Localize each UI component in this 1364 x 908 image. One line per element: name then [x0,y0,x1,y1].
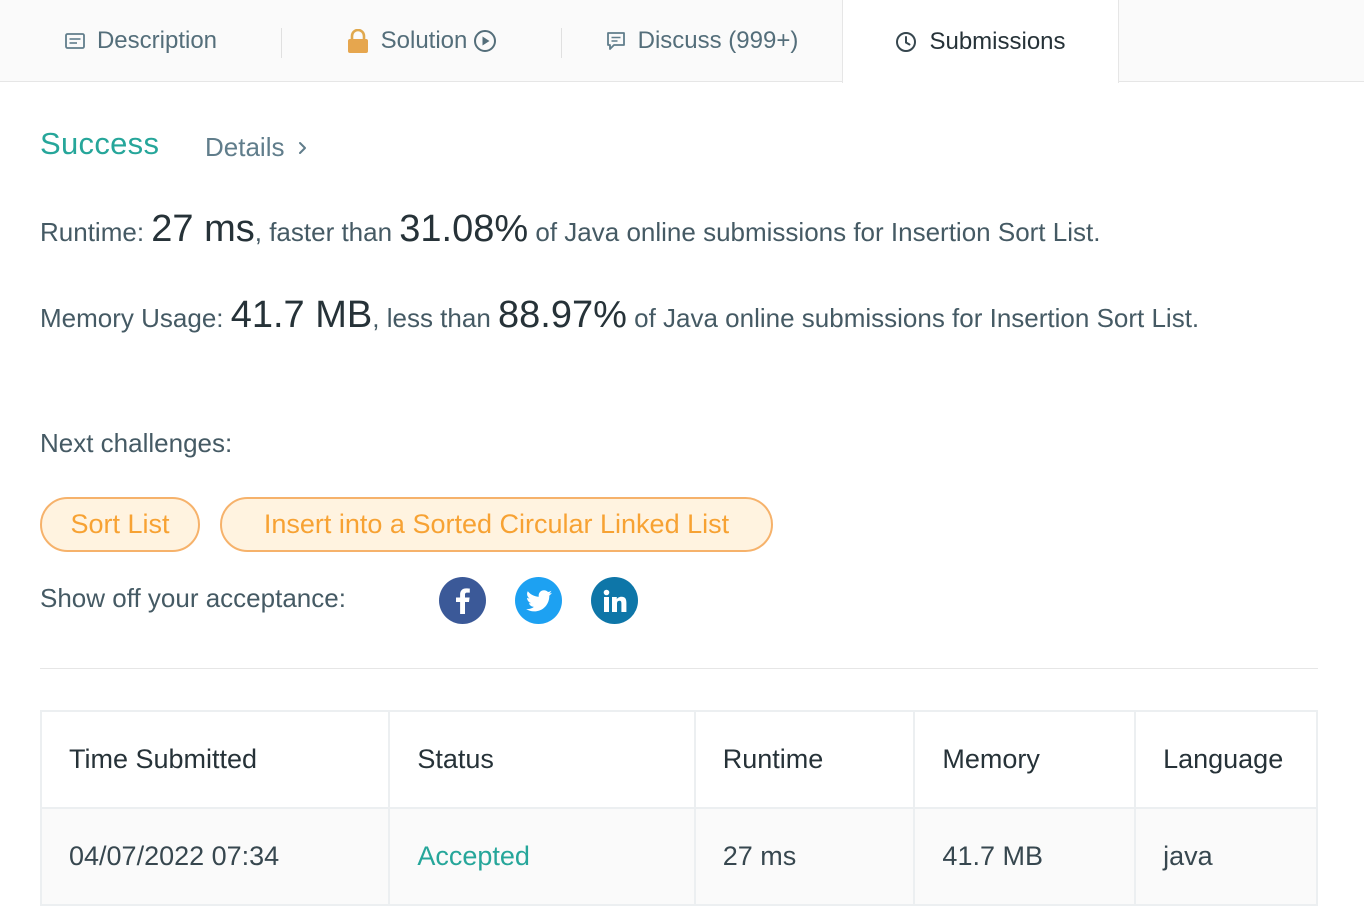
header-memory[interactable]: Memory [913,710,1137,809]
memory-value: 41.7 MB [230,294,373,336]
runtime-percent: 31.08% [399,208,529,250]
cell-runtime: 27 ms [693,807,916,906]
chevron-right-icon [299,141,307,154]
header-time-submitted[interactable]: Time Submitted [39,710,391,809]
tab-solution[interactable]: Solution [282,0,562,82]
twitter-share-button[interactable] [515,577,562,624]
submissions-table: Time Submitted Status Runtime Memory Lan… [39,710,1318,906]
table-row: 04/07/2022 07:34 Accepted 27 ms 41.7 MB … [39,807,1318,906]
memory-percent: 88.97% [498,294,627,336]
divider [40,668,1318,669]
tab-description[interactable]: Description [0,0,282,82]
tab-description-label: Description [96,27,218,54]
facebook-icon [455,587,470,614]
runtime-mid: , faster than [254,217,400,247]
runtime-stat: Runtime: 27 ms, faster than 31.08% of Ja… [40,208,1280,253]
runtime-tail: of Java online submissions for Insertion… [528,217,1101,247]
share-label: Show off your acceptance: [40,583,346,613]
header-status[interactable]: Status [388,710,696,809]
tab-bar: Description Solution Discuss (999+) Subm… [0,0,1364,83]
lock-icon [347,29,369,53]
tab-discuss[interactable]: Discuss (999+) [562,0,842,82]
facebook-share-button[interactable] [439,577,486,624]
details-label: Details [205,132,285,162]
comment-icon [606,31,626,51]
tab-submissions-label: Submissions [929,27,1066,55]
twitter-icon [525,589,552,611]
challenge-insert-sorted-circular-linked-list[interactable]: Insert into a Sorted Circular Linked Lis… [220,497,773,552]
memory-mid: , less than [372,303,498,333]
tab-solution-label: Solution [380,27,468,54]
linkedin-icon [603,589,626,612]
header-runtime[interactable]: Runtime [693,710,916,809]
next-challenges-title: Next challenges: [40,428,233,458]
clock-icon [895,31,917,53]
memory-stat: Memory Usage: 41.7 MB, less than 88.97% … [40,294,1280,339]
cell-memory: 41.7 MB [913,807,1137,906]
cell-language: java [1134,807,1318,906]
tab-submissions[interactable]: Submissions [842,0,1119,83]
runtime-label: Runtime: [40,217,152,247]
challenge-sort-list[interactable]: Sort List [40,497,200,552]
memory-label: Memory Usage: [40,303,231,333]
description-icon [65,33,85,49]
cell-status-accepted[interactable]: Accepted [388,807,696,906]
runtime-value: 27 ms [151,208,255,250]
table-header-row: Time Submitted Status Runtime Memory Lan… [39,710,1318,809]
linkedin-share-button[interactable] [591,577,638,624]
cell-time-submitted: 04/07/2022 07:34 [39,807,391,906]
play-circle-icon [473,29,497,53]
result-status: Success [40,126,160,161]
tab-discuss-label: Discuss (999+) [637,27,799,54]
details-link[interactable]: Details [205,132,308,163]
header-language[interactable]: Language [1134,710,1318,809]
memory-tail: of Java online submissions for Insertion… [626,303,1200,333]
